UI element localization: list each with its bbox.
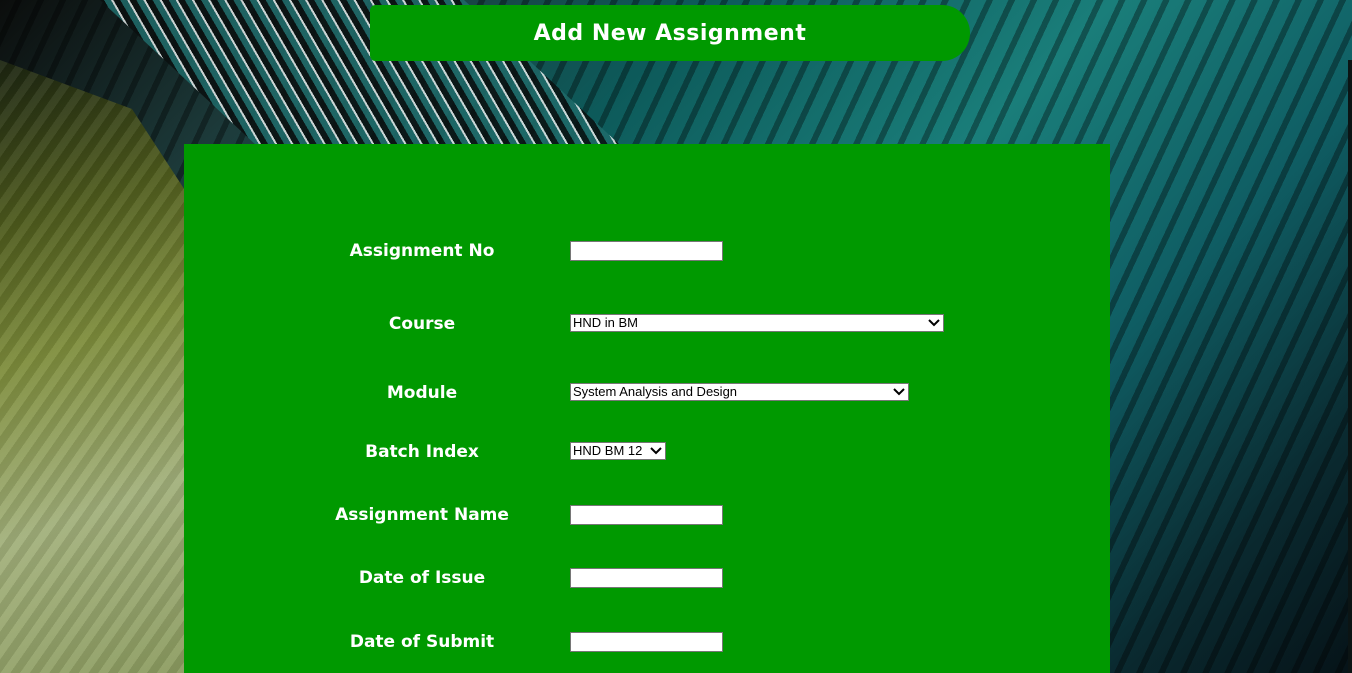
batch-index-select-value: HND BM 12 [573,443,643,458]
course-label: Course [388,314,456,334]
batch-index-select[interactable]: HND BM 12 [570,442,666,460]
page-header: Add New Assignment [370,5,970,61]
module-select-value: System Analysis and Design [573,384,738,399]
page-title: Add New Assignment [533,20,807,46]
batch-index-label: Batch Index [365,442,479,462]
date-of-issue-input[interactable] [570,568,723,588]
chevron-down-icon [650,447,662,455]
chevron-down-icon [893,388,905,396]
assignment-form: Assignment No Course HND in BM Module Sy… [184,144,1110,673]
module-label: Module [386,383,458,403]
module-select[interactable]: System Analysis and Design [570,383,909,401]
background-right-edge [1348,60,1352,673]
date-of-submit-input[interactable] [570,632,723,652]
assignment-name-label: Assignment Name [335,505,509,525]
course-select-value: HND in BM [573,315,639,330]
date-of-issue-label: Date of Issue [358,568,486,588]
assignment-name-input[interactable] [570,505,723,525]
course-select[interactable]: HND in BM [570,314,944,332]
assignment-no-label: Assignment No [349,241,495,261]
assignment-no-input[interactable] [570,241,723,261]
chevron-down-icon [928,319,940,327]
date-of-submit-label: Date of Submit [349,632,495,652]
